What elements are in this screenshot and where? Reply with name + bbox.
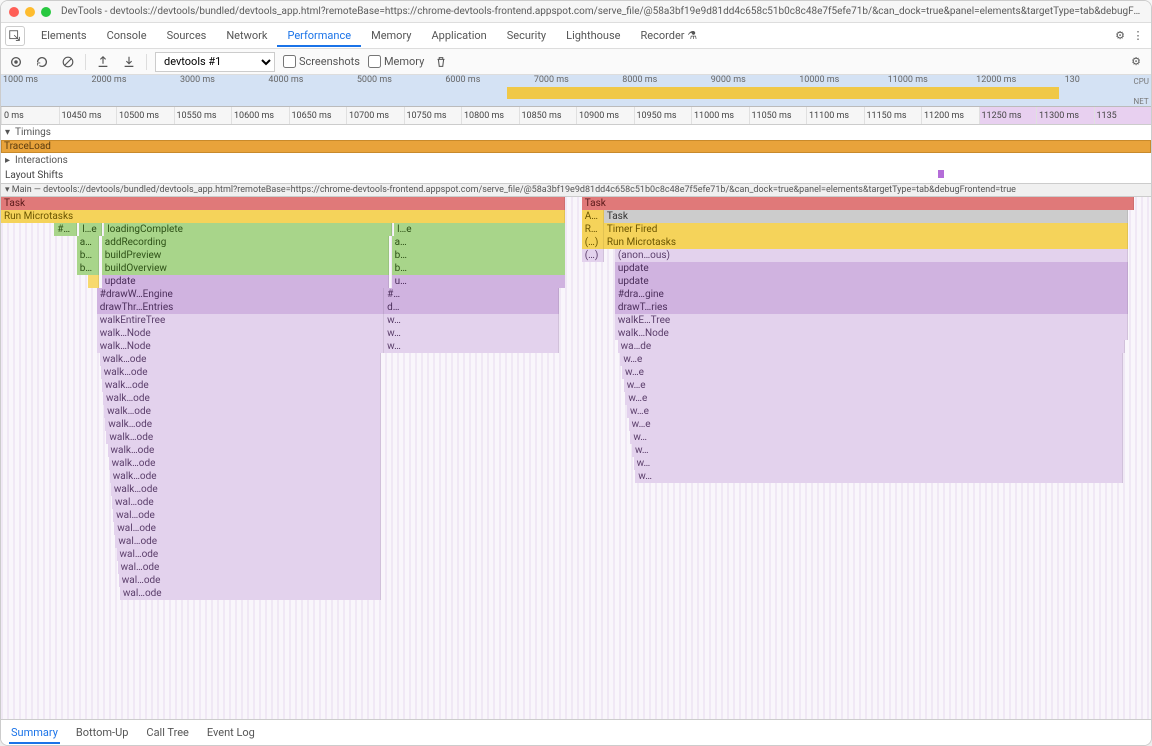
- flame-walk-node[interactable]: walk…ode: [103, 392, 381, 405]
- flame-add-recording[interactable]: addRecording: [102, 236, 389, 249]
- cpu-activity-bar: [507, 87, 1059, 99]
- close-icon[interactable]: [9, 7, 19, 17]
- flame-walk-node[interactable]: walk…ode: [106, 431, 381, 444]
- tab-event-log[interactable]: Event Log: [205, 721, 257, 744]
- tab-memory[interactable]: Memory: [361, 24, 421, 47]
- flame-loading-complete[interactable]: loadingComplete: [104, 223, 391, 236]
- performance-toolbar: devtools #1 Screenshots Memory ⚙: [1, 49, 1151, 75]
- flame-walk-node[interactable]: walk…ode: [111, 483, 381, 496]
- flame-walk-node[interactable]: walk…ode: [100, 353, 382, 366]
- track-main[interactable]: ▾ Main — devtools://devtools/bundled/dev…: [1, 183, 1151, 197]
- clear-icon[interactable]: [59, 53, 77, 71]
- flame-walk-node[interactable]: wal…ode: [117, 548, 382, 561]
- tracks-section: ▾Timings TraceLoad ▸Interactions Layout …: [1, 125, 1151, 197]
- flame-timer-fired[interactable]: Timer Fired: [604, 223, 1128, 236]
- flame-walk-node[interactable]: wal…ode: [118, 561, 382, 574]
- track-layout-shifts[interactable]: Layout Shifts: [1, 168, 1151, 183]
- flame-build-overview[interactable]: buildOverview: [102, 262, 389, 275]
- flame-walk-node[interactable]: w…: [634, 457, 1123, 470]
- minimize-icon[interactable]: [25, 7, 35, 17]
- overview-lane-labels: CPU NET: [1134, 77, 1149, 107]
- inspect-element-icon[interactable]: [5, 26, 25, 46]
- flame-update[interactable]: update: [102, 275, 389, 288]
- trash-icon[interactable]: [432, 53, 450, 71]
- window-controls[interactable]: [9, 7, 51, 17]
- flame-walk-node[interactable]: wal…ode: [113, 509, 381, 522]
- flame-walk-node[interactable]: w…e: [624, 379, 1123, 392]
- details-tabs: Summary Bottom-Up Call Tree Event Log: [1, 719, 1151, 745]
- flame-walk-node[interactable]: w…: [632, 444, 1123, 457]
- flame-walk-node[interactable]: w…e: [629, 418, 1123, 431]
- flask-icon: ⚗: [687, 29, 697, 42]
- settings-icon[interactable]: ⚙: [1111, 29, 1129, 42]
- flame-walk-node[interactable]: walk…ode: [108, 444, 382, 457]
- flame-walk-node[interactable]: wal…ode: [115, 535, 381, 548]
- more-icon[interactable]: ⋮: [1129, 29, 1147, 42]
- layout-shift-marker[interactable]: [938, 170, 944, 178]
- flame-chart[interactable]: Task Run Microtasks #r…s l…e loadingComp…: [1, 197, 1151, 719]
- tab-elements[interactable]: Elements: [31, 24, 97, 47]
- maximize-icon[interactable]: [41, 7, 51, 17]
- tab-console[interactable]: Console: [97, 24, 157, 47]
- timeline-ruler[interactable]: 0 ms10450 ms10500 ms10550 ms10600 ms1065…: [1, 107, 1151, 125]
- profile-select[interactable]: devtools #1: [155, 52, 275, 72]
- flame-walk-node[interactable]: wal…ode: [119, 574, 382, 587]
- tab-network[interactable]: Network: [216, 24, 277, 47]
- flame-walk-node[interactable]: wal…ode: [114, 522, 381, 535]
- flame-task[interactable]: Task: [1, 197, 565, 210]
- flame-build-preview[interactable]: buildPreview: [102, 249, 389, 262]
- track-interactions[interactable]: ▸Interactions: [1, 153, 1151, 168]
- flame-walk-node[interactable]: walk…ode: [109, 457, 382, 470]
- flame-walk-node[interactable]: w…e: [620, 353, 1122, 366]
- tab-performance[interactable]: Performance: [277, 24, 361, 47]
- window-title: DevTools - devtools://devtools/bundled/d…: [61, 6, 1143, 17]
- tab-bottom-up[interactable]: Bottom-Up: [74, 721, 131, 744]
- reload-icon[interactable]: [33, 53, 51, 71]
- tab-application[interactable]: Application: [421, 24, 496, 47]
- flame-walk-node[interactable]: walk…ode: [102, 379, 381, 392]
- memory-checkbox[interactable]: Memory: [368, 55, 424, 68]
- screenshots-checkbox[interactable]: Screenshots: [283, 55, 360, 68]
- flame-walk-node[interactable]: walk…ode: [110, 470, 382, 483]
- download-icon[interactable]: [120, 53, 138, 71]
- tab-sources[interactable]: Sources: [157, 24, 217, 47]
- upload-icon[interactable]: [94, 53, 112, 71]
- flame-walk-node[interactable]: w…e: [627, 405, 1123, 418]
- tab-recorder[interactable]: Recorder ⚗: [630, 24, 707, 47]
- tab-summary[interactable]: Summary: [9, 721, 60, 744]
- flame-walk-node[interactable]: wal…ode: [120, 587, 381, 600]
- panel-tabs: Elements Console Sources Network Perform…: [1, 23, 1151, 49]
- flame-walk-node[interactable]: w…e: [625, 392, 1122, 405]
- track-timings[interactable]: ▾Timings: [1, 125, 1151, 140]
- overview-minimap[interactable]: 1000 ms2000 ms3000 ms4000 ms5000 ms6000 …: [1, 75, 1151, 107]
- flame-walk-node[interactable]: w…e: [622, 366, 1123, 379]
- settings-gear-icon[interactable]: ⚙: [1127, 53, 1145, 71]
- tab-security[interactable]: Security: [497, 24, 556, 47]
- flame-walk-node[interactable]: walk…ode: [104, 405, 381, 418]
- flame-walk-node[interactable]: w…: [635, 470, 1122, 483]
- flame-walk-node[interactable]: walk…ode: [101, 366, 382, 379]
- trace-event-traceload[interactable]: TraceLoad: [1, 140, 1151, 153]
- flame-walk-node[interactable]: walk…ode: [105, 418, 381, 431]
- titlebar: DevTools - devtools://devtools/bundled/d…: [1, 1, 1151, 23]
- flame-run-microtasks[interactable]: Run Microtasks: [1, 210, 565, 223]
- tab-lighthouse[interactable]: Lighthouse: [556, 24, 630, 47]
- flame-walk-node[interactable]: w…: [630, 431, 1122, 444]
- tab-call-tree[interactable]: Call Tree: [144, 721, 190, 744]
- flame-walk-node[interactable]: wal…ode: [112, 496, 381, 509]
- record-icon[interactable]: [7, 53, 25, 71]
